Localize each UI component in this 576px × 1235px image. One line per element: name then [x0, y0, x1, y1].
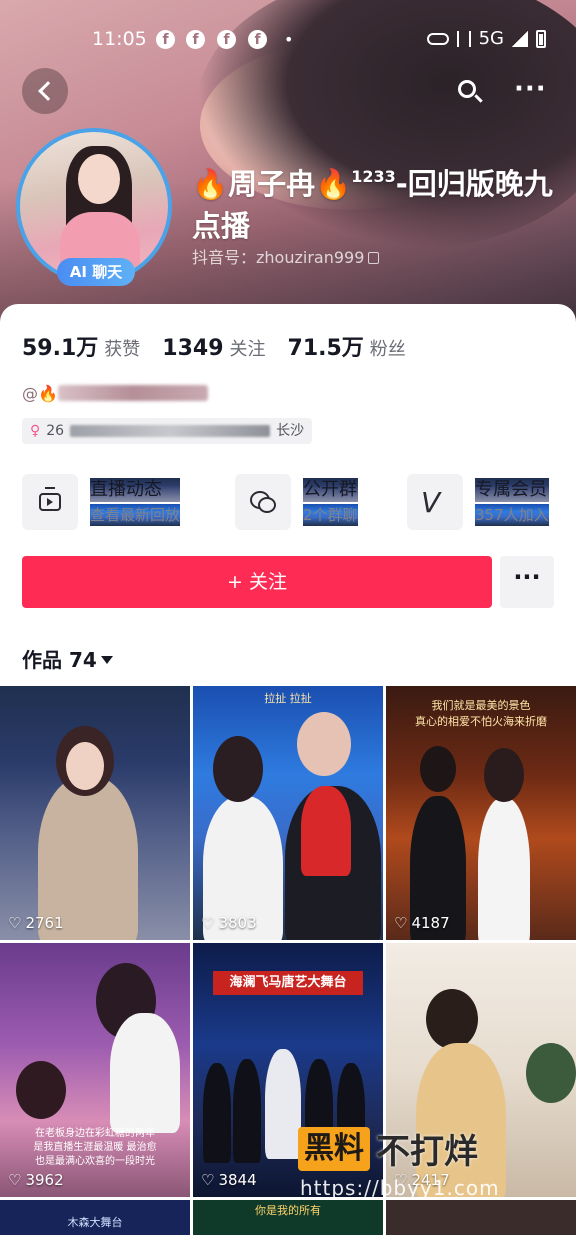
search-button[interactable] — [452, 76, 486, 110]
key-icon — [426, 32, 449, 45]
stage-banner: 海澜飞马唐艺大舞台 — [213, 971, 363, 995]
stat-likes[interactable]: 59.1万 获赞 — [22, 330, 140, 362]
status-bar: 11:05 f f f f • 5G — [0, 26, 576, 54]
bio-line: @🔥 — [22, 384, 208, 410]
female-icon: ♀ — [30, 423, 41, 439]
watermark: 黑料 不打烊 — [298, 1124, 478, 1173]
video-tile[interactable]: 木森大舞台 — [0, 1200, 190, 1235]
stat-following[interactable]: 1349 关注 — [162, 335, 265, 361]
watermark-url: https://bbyy1.com — [300, 1176, 500, 1200]
heart-icon: ♡ — [394, 914, 408, 932]
heart-icon: ♡ — [8, 1171, 22, 1189]
back-button[interactable] — [22, 68, 68, 114]
follow-button[interactable]: + 关注 — [22, 556, 492, 608]
heart-icon: ♡ — [201, 1171, 215, 1189]
video-grid: ♡ 2761 拉扯 拉扯 ♡ 3803 我们就是最美的景色 真心的相爱不怕火海来折磨… — [0, 686, 576, 1235]
heart-icon: ♡ — [201, 914, 215, 932]
video-tile[interactable]: 在老板身边在彩虹糖的两年 是我直播生涯最温暖 最治愈 也是最满心欢喜的一段时光 … — [0, 943, 190, 1197]
v-member-icon: V — [421, 486, 441, 519]
caret-down-icon — [100, 656, 113, 664]
video-tile[interactable]: 我们就是最美的景色 真心的相爱不怕火海来折磨 ♡ 4187 — [386, 686, 576, 940]
signal-icon — [512, 30, 528, 47]
notification-dot-icon: • — [284, 30, 294, 49]
facebook-icon: f — [186, 30, 205, 49]
heart-icon: ♡ — [8, 914, 22, 932]
more-actions-button[interactable]: ··· — [500, 556, 554, 608]
ai-chat-badge[interactable]: AI 聊天 — [57, 258, 135, 286]
status-time: 11:05 — [92, 28, 147, 50]
tv-icon — [39, 487, 61, 511]
video-tile[interactable]: ♡ 2761 — [0, 686, 190, 940]
copy-icon[interactable] — [368, 252, 380, 264]
facebook-icon: f — [156, 30, 175, 49]
battery-icon — [536, 29, 546, 48]
video-tile[interactable]: 你是我的所有 — [193, 1200, 383, 1235]
stat-followers[interactable]: 71.5万 粉丝 — [288, 330, 406, 362]
works-tab[interactable]: 作品 74 — [22, 644, 113, 673]
video-tile[interactable] — [386, 1200, 576, 1235]
vibrate-icon — [456, 30, 471, 47]
blurred-text — [70, 425, 271, 437]
fire-emoji: 🔥 — [192, 167, 229, 201]
feature-live-activity[interactable]: 直播动态 查看最新回放 — [22, 474, 181, 530]
feature-public-group[interactable]: 公开群 2个群聊 — [235, 474, 358, 530]
video-tile[interactable]: 拉扯 拉扯 ♡ 3803 — [193, 686, 383, 940]
chevron-left-icon — [38, 81, 58, 101]
douyin-id[interactable]: 抖音号：zhouziran999 — [192, 244, 380, 268]
bio-tag: ♀ 26 长沙 — [22, 418, 313, 444]
stats-row: 59.1万 获赞 1349 关注 71.5万 粉丝 — [22, 330, 428, 362]
more-options-button[interactable]: ··· — [514, 76, 548, 108]
blurred-text — [57, 385, 208, 401]
feature-membership[interactable]: V 专属会员 357人加入 — [407, 474, 549, 530]
status-right: 5G — [426, 28, 546, 49]
profile-name: 🔥周子冉🔥1233-回归版晚九点播 — [192, 167, 553, 243]
search-icon — [458, 80, 476, 98]
network-label: 5G — [478, 28, 504, 49]
facebook-icon: f — [217, 30, 236, 49]
facebook-icon: f — [248, 30, 267, 49]
